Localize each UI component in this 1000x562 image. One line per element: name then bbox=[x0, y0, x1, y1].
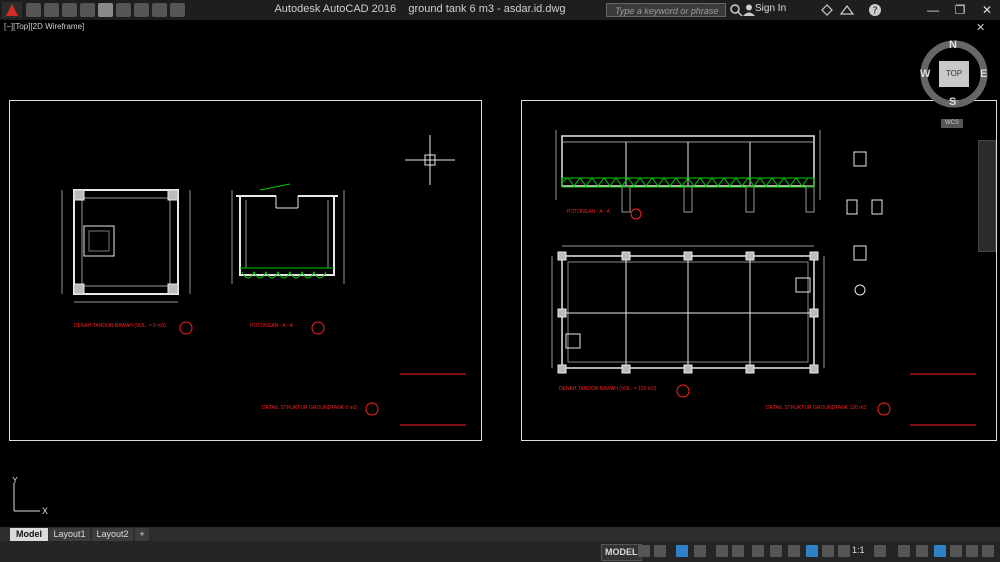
sheet2-detail-title: DETAIL STRUKTUR GROUNDTANK 120 m3 bbox=[766, 405, 866, 411]
layout-tabs: Model Layout1 Layout2 + bbox=[0, 527, 1000, 541]
auto-scale-icon[interactable] bbox=[822, 545, 834, 557]
section-marker-6 bbox=[877, 402, 891, 416]
hardware-acceleration-icon[interactable] bbox=[950, 545, 962, 557]
customization-icon[interactable] bbox=[982, 545, 994, 557]
wcs-menu[interactable]: WCS bbox=[941, 119, 963, 128]
compass-east[interactable]: E bbox=[980, 68, 987, 80]
annotation-scale-icon[interactable] bbox=[838, 545, 850, 557]
tab-layout1[interactable]: Layout1 bbox=[49, 528, 90, 541]
sheet1-plan-title: DENAH TANDON BAWAH (VOL. = 6 m3) bbox=[74, 323, 166, 329]
annotation-visibility-icon[interactable] bbox=[806, 545, 818, 557]
sheet1-plan-view bbox=[61, 189, 191, 303]
sheet1-rebar bbox=[240, 183, 334, 279]
lineweight-icon[interactable] bbox=[770, 545, 782, 557]
compass-north[interactable]: N bbox=[949, 39, 957, 51]
units-icon[interactable] bbox=[916, 545, 928, 557]
tab-model[interactable]: Model bbox=[10, 528, 48, 541]
ucs-y-label: Y bbox=[12, 477, 18, 485]
section-marker-2 bbox=[311, 321, 325, 335]
section-marker-5 bbox=[676, 384, 690, 398]
annotation-scale-value[interactable]: 1:1 bbox=[852, 545, 865, 555]
polar-tracking-icon[interactable] bbox=[694, 545, 706, 557]
isolate-objects-icon[interactable] bbox=[934, 545, 946, 557]
annotation-monitor-icon[interactable] bbox=[898, 545, 910, 557]
sheet2-section-title: POTONGAN : A - A bbox=[567, 209, 611, 215]
transparency-icon[interactable] bbox=[788, 545, 800, 557]
drawing-canvas[interactable]: DENAH TANDON BAWAH (VOL. = 6 m3) POTONGA… bbox=[0, 0, 1000, 562]
snap-icon[interactable] bbox=[654, 545, 666, 557]
object-snap-icon[interactable] bbox=[752, 545, 764, 557]
viewcube[interactable]: TOP N S E W bbox=[918, 38, 994, 110]
sheet1-detail-title: DETAIL STRUKTUR GROUNDTANK 6 m3 bbox=[262, 405, 357, 411]
navigation-bar[interactable] bbox=[978, 140, 996, 252]
section-marker-3 bbox=[365, 402, 379, 416]
ucs-x-label: X bbox=[42, 506, 48, 516]
sheet2-section-view bbox=[555, 130, 821, 213]
status-bar: MODEL 1:1 bbox=[0, 541, 1000, 562]
sheet1-section-view bbox=[231, 190, 345, 284]
isodraft-icon[interactable] bbox=[716, 545, 728, 557]
compass-south[interactable]: S bbox=[949, 96, 956, 108]
compass-west[interactable]: W bbox=[920, 68, 930, 80]
section-marker-1 bbox=[179, 321, 193, 335]
viewcube-top-face[interactable]: TOP bbox=[939, 61, 969, 87]
ortho-icon[interactable] bbox=[676, 545, 688, 557]
model-space-button[interactable]: MODEL bbox=[601, 544, 642, 561]
clean-screen-icon[interactable] bbox=[966, 545, 978, 557]
add-layout-button[interactable]: + bbox=[135, 528, 149, 541]
sheet2-detail-sections bbox=[846, 151, 883, 296]
sheet2-plan-title: DENAH TANDON BAWAH (VOL. = 120 m3) bbox=[559, 386, 657, 392]
sheet2-plan-view bbox=[551, 245, 825, 374]
sheet1-section-title: POTONGAN : A - A bbox=[250, 323, 294, 329]
grid-icon[interactable] bbox=[638, 545, 650, 557]
workspace-switching-icon[interactable] bbox=[874, 545, 886, 557]
section-marker-4 bbox=[630, 208, 642, 220]
object-snap-tracking-icon[interactable] bbox=[732, 545, 744, 557]
tab-layout2[interactable]: Layout2 bbox=[92, 528, 133, 541]
ucs-icon: Y X bbox=[12, 477, 48, 516]
crosshair-cursor bbox=[405, 135, 455, 185]
